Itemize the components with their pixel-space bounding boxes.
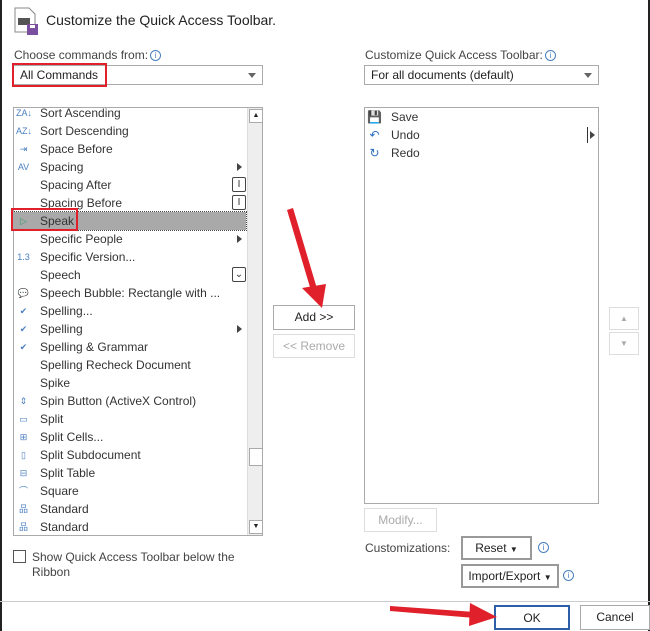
red-arrow-to-add: [287, 208, 326, 308]
red-arrow-to-ok: [390, 603, 497, 626]
annotation-arrows: [287, 208, 497, 626]
